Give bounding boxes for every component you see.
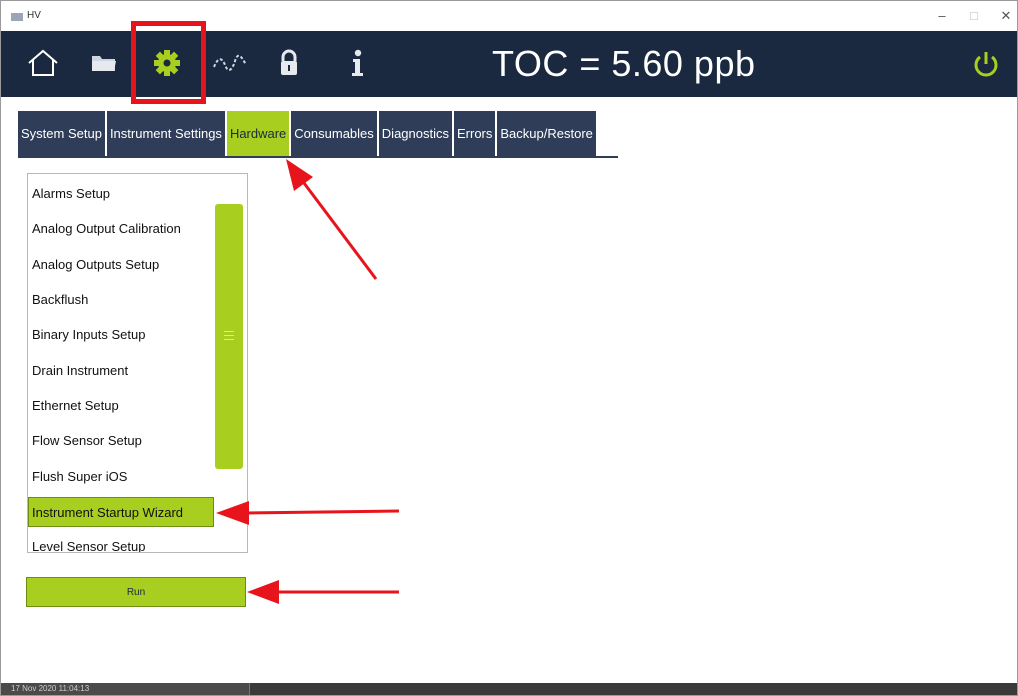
arrow-line-to-wizard-item bbox=[245, 509, 400, 515]
arrow-line-to-hardware-tab bbox=[299, 178, 378, 280]
arrow-head-to-wizard-item bbox=[216, 501, 249, 525]
app-window: HV – □ ✕ TOC = 5.60 ppb System Setup Ins… bbox=[0, 0, 1018, 696]
arrow-head-to-hardware-tab bbox=[286, 159, 313, 191]
arrow-head-to-run-button bbox=[247, 580, 279, 604]
annotation-arrows bbox=[216, 159, 400, 604]
